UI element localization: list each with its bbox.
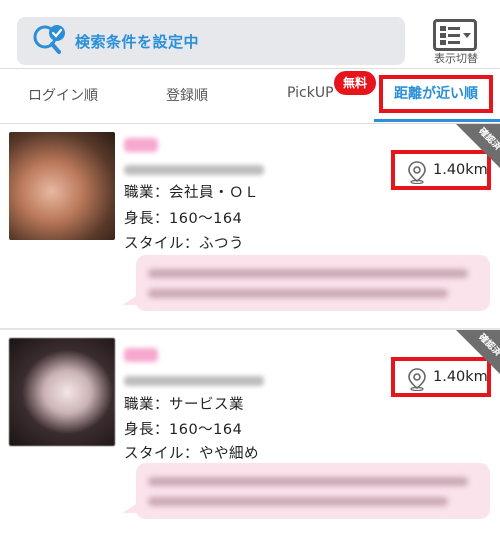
- tab-distance-order[interactable]: 距離が近い順: [379, 75, 493, 113]
- verified-corner-badge: 確認済: [456, 124, 500, 168]
- free-badge: 無料: [334, 71, 376, 95]
- occupation-text: 職業：会社員・ＯＬ: [124, 185, 259, 201]
- profile-photo[interactable]: [9, 132, 115, 240]
- display-toggle-label: 表示切替: [434, 52, 478, 65]
- top-bar: 検索条件を設定中 表示切替: [0, 0, 500, 68]
- blurred-age-location: [124, 165, 264, 175]
- tab-registration-order[interactable]: 登録順: [166, 85, 208, 105]
- style-text: スタイル：やや細め: [124, 446, 259, 462]
- tab-login-order[interactable]: ログイン順: [28, 85, 98, 105]
- height-text: 身長：160～164: [124, 422, 243, 438]
- search-settings-icon: [31, 23, 69, 59]
- blurred-name: [124, 138, 158, 152]
- style-text: スタイル：ふつう: [124, 236, 244, 252]
- active-tab-indicator: [374, 119, 500, 122]
- tab-pickup[interactable]: PickUP: [287, 85, 334, 101]
- occupation-text: 職業：サービス業: [124, 397, 244, 413]
- profile-photo[interactable]: [9, 338, 115, 446]
- location-pin-icon: [407, 367, 427, 392]
- blurred-age-location: [124, 376, 264, 386]
- sort-tabs: ログイン順 登録順 PickUP 距離が近い順: [0, 68, 500, 124]
- blurred-message-line: [148, 289, 448, 298]
- blurred-message-line: [148, 497, 448, 506]
- search-condition-label: 検索条件を設定中: [75, 33, 200, 51]
- message-bubble: [136, 255, 490, 311]
- list-view-icon: [433, 19, 477, 51]
- profile-card[interactable]: 職業：サービス業 身長：160～164 スタイル：やや細め 1.40km 確認済: [0, 330, 500, 538]
- profile-card[interactable]: 職業：会社員・ＯＬ 身長：160～164 スタイル：ふつう 1.40km 確認済: [0, 124, 500, 330]
- verified-corner-badge: 確認済: [456, 330, 500, 374]
- search-condition-button[interactable]: 検索条件を設定中: [17, 17, 405, 65]
- blurred-message-line: [148, 269, 468, 278]
- blurred-message-line: [148, 477, 468, 486]
- height-text: 身長：160～164: [124, 211, 243, 227]
- display-toggle-button[interactable]: 表示切替: [428, 14, 484, 66]
- message-bubble: [136, 463, 490, 519]
- location-pin-icon: [407, 160, 427, 185]
- blurred-name: [124, 348, 158, 362]
